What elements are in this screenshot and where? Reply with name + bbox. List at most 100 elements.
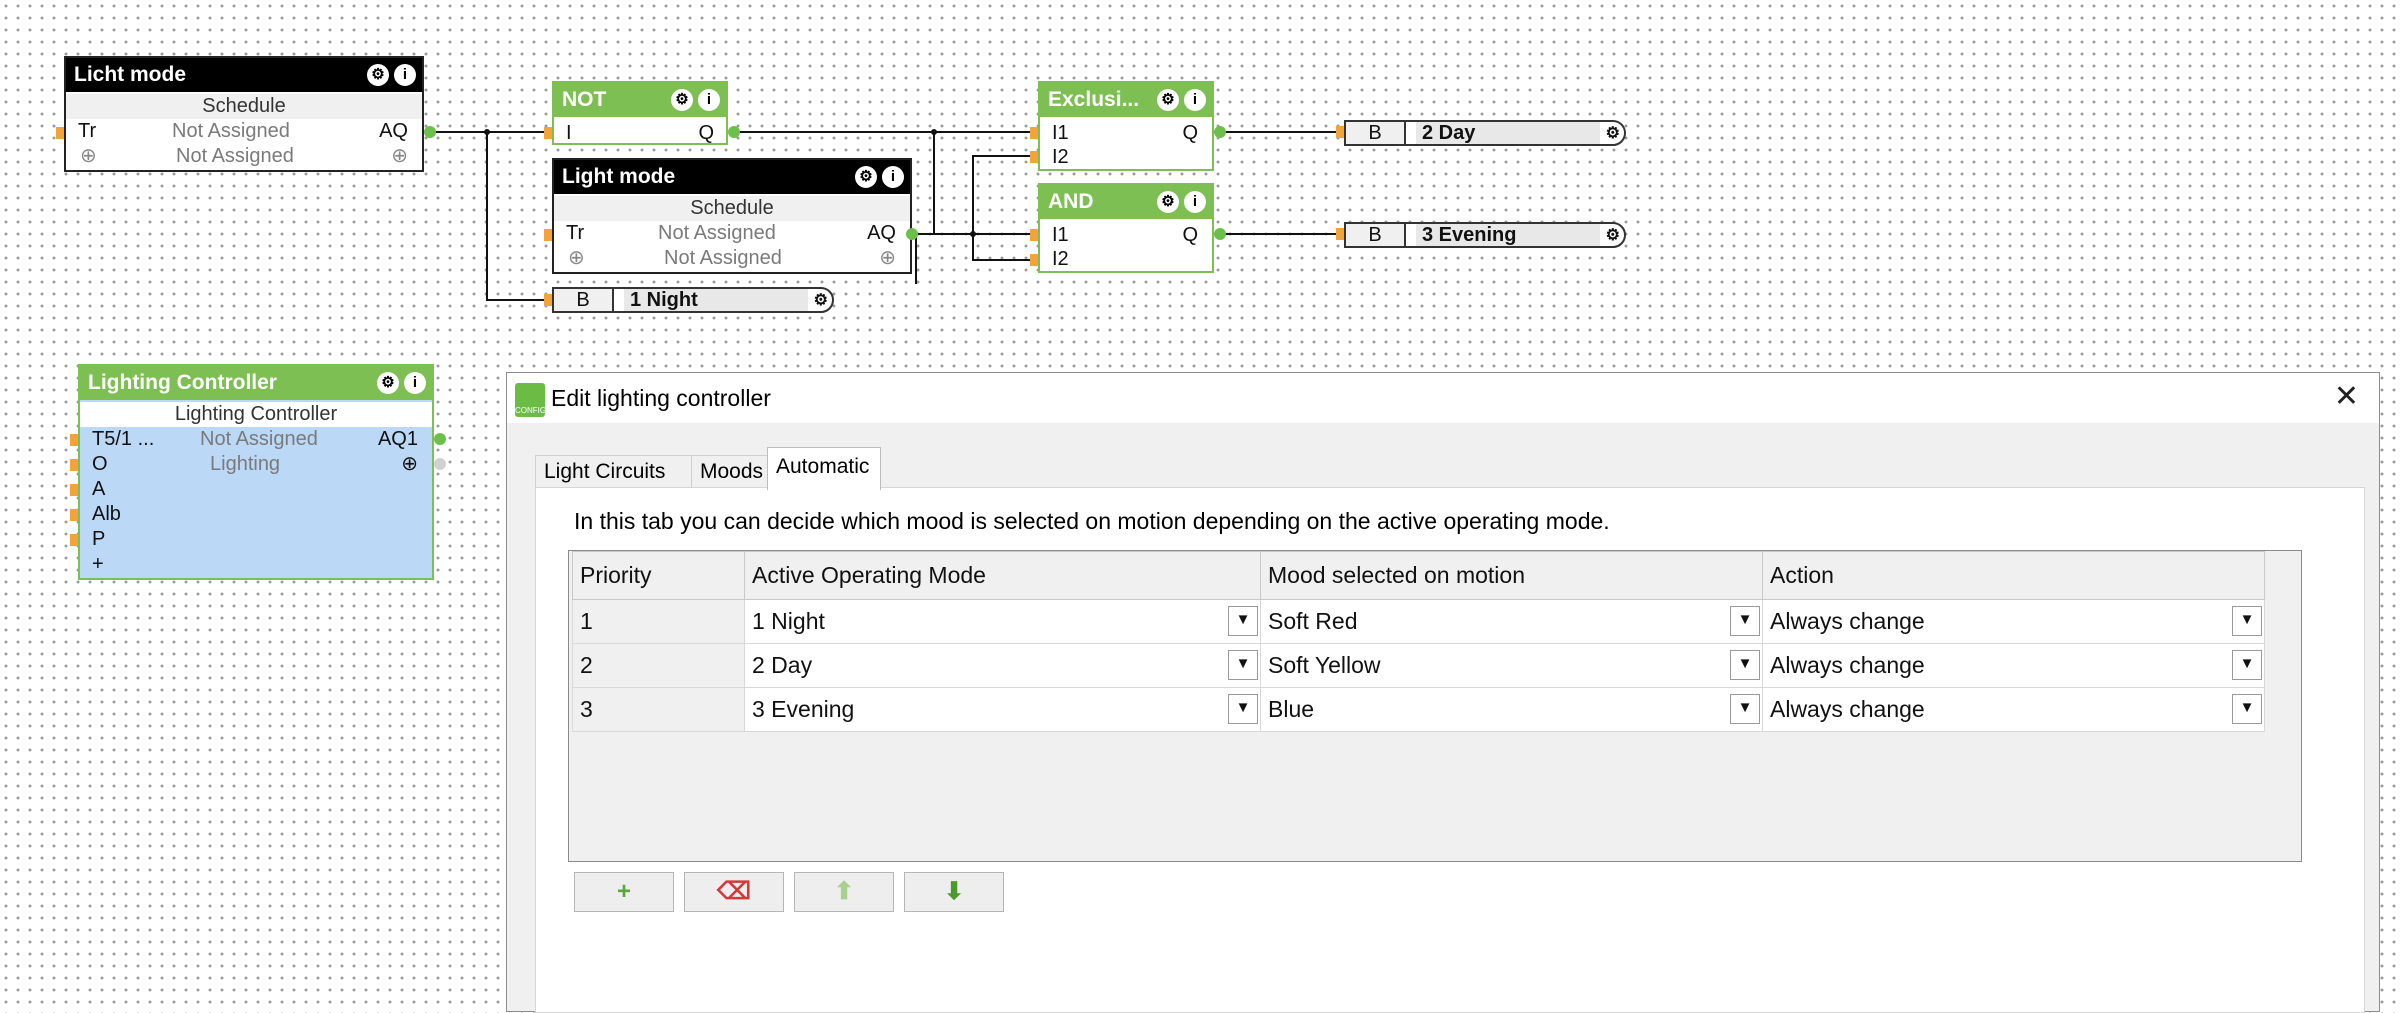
input-port[interactable] [1030, 254, 1038, 266]
gear-icon[interactable]: ⚙ [1606, 225, 1620, 247]
add-output-icon[interactable]: ⊕ [391, 144, 408, 169]
gear-icon[interactable]: ⚙ [1157, 89, 1179, 111]
input-label: Tr [566, 222, 585, 244]
input-port[interactable] [544, 229, 552, 241]
input-port[interactable] [1030, 229, 1038, 241]
input-port[interactable] [1336, 126, 1344, 138]
move-down-button[interactable]: ⬇ [904, 872, 1004, 912]
memory-flag-1-night[interactable]: B 1 Night ⚙ [552, 287, 834, 313]
input-port[interactable] [70, 434, 78, 446]
select-value: Soft Yellow [1268, 652, 1381, 678]
tab-automatic[interactable]: Automatic [767, 447, 881, 490]
parameter-value: Not Assigned [658, 222, 776, 244]
dialog-titlebar[interactable]: CONFIG Edit lighting controller ✕ [507, 373, 2379, 423]
block-subtitle: Schedule [66, 94, 422, 119]
output-port[interactable] [434, 458, 446, 470]
block-header: NOT ⚙ i [554, 83, 726, 117]
chevron-down-icon[interactable]: ▼ [1730, 694, 1760, 724]
output-port[interactable] [728, 126, 740, 138]
flag-label: 2 Day [1416, 122, 1600, 144]
chevron-down-icon[interactable]: ▼ [2232, 694, 2262, 724]
info-icon[interactable]: i [882, 166, 904, 188]
add-input-icon[interactable]: ⊕ [80, 144, 97, 169]
chevron-down-icon[interactable]: ▼ [2232, 606, 2262, 636]
gear-icon[interactable]: ⚙ [367, 64, 389, 86]
operating-mode-select[interactable]: 2 Day ▼ [745, 644, 1260, 687]
tab-light-circuits[interactable]: Light Circuits [535, 455, 709, 488]
input-port[interactable] [70, 534, 78, 546]
chevron-down-icon[interactable]: ▼ [2232, 650, 2262, 680]
action-select[interactable]: Always change ▼ [1763, 644, 2264, 687]
chevron-down-icon[interactable]: ▼ [1730, 650, 1760, 680]
select-value: Always change [1770, 652, 1925, 678]
operating-mode-select[interactable]: 3 Evening ▼ [745, 688, 1260, 731]
info-icon[interactable]: i [404, 372, 426, 394]
operating-mode-select[interactable]: 1 Night ▼ [745, 600, 1260, 643]
licht-mode-block[interactable]: Licht mode ⚙ i Schedule Tr Not Assigned A… [64, 56, 424, 172]
light-mode-block[interactable]: Light mode ⚙ i Schedule Tr Not Assigned A… [552, 158, 912, 274]
exclusive-or-block[interactable]: Exclusi... ⚙ i I1 Q I2 [1038, 81, 1214, 171]
block-title: NOT [562, 88, 607, 111]
input-port[interactable] [1030, 127, 1038, 139]
chevron-down-icon[interactable]: ▼ [1228, 650, 1258, 680]
input-port[interactable] [1336, 228, 1344, 240]
table-row[interactable]: 1 1 Night ▼ Soft Red ▼ Always change ▼ [572, 599, 2265, 644]
add-row-button[interactable]: + [574, 872, 674, 912]
output-port[interactable] [1214, 126, 1226, 138]
memory-flag-3-evening[interactable]: B 3 Evening ⚙ [1344, 222, 1626, 248]
gear-icon[interactable]: ⚙ [1606, 123, 1620, 145]
block-header: Light mode ⚙ i [554, 160, 910, 194]
output-port[interactable] [434, 433, 446, 445]
not-block[interactable]: NOT ⚙ i I Q [552, 81, 728, 145]
gear-icon[interactable]: ⚙ [1157, 191, 1179, 213]
gear-icon[interactable]: ⚙ [814, 290, 828, 312]
input-port[interactable] [70, 459, 78, 471]
info-icon[interactable]: i [698, 89, 720, 111]
column-header-mood[interactable]: Mood selected on motion [1260, 551, 1763, 600]
gear-icon[interactable]: ⚙ [671, 89, 693, 111]
input-port[interactable] [544, 294, 552, 306]
gear-icon[interactable]: ⚙ [377, 372, 399, 394]
table-row[interactable]: 3 3 Evening ▼ Blue ▼ Always change ▼ [572, 687, 2265, 732]
mood-select[interactable]: Soft Red ▼ [1261, 600, 1762, 643]
column-header-action[interactable]: Action [1762, 551, 2265, 600]
input-port[interactable] [544, 127, 552, 139]
priority-cell[interactable]: 1 [573, 600, 744, 643]
mood-select[interactable]: Soft Yellow ▼ [1261, 644, 1762, 687]
chevron-down-icon[interactable]: ▼ [1730, 606, 1760, 636]
add-output-icon[interactable]: ⊕ [401, 452, 418, 477]
input-port[interactable] [56, 127, 64, 139]
output-port[interactable] [906, 228, 918, 240]
table-row[interactable]: 2 2 Day ▼ Soft Yellow ▼ Always change ▼ [572, 643, 2265, 688]
action-select[interactable]: Always change ▼ [1763, 688, 2264, 731]
info-icon[interactable]: i [1184, 191, 1206, 213]
close-icon[interactable]: ✕ [2334, 379, 2359, 414]
info-icon[interactable]: i [1184, 89, 1206, 111]
output-port[interactable] [1214, 228, 1226, 240]
memory-flag-2-day[interactable]: B 2 Day ⚙ [1344, 120, 1626, 146]
priority-cell[interactable]: 3 [573, 688, 744, 731]
lighting-controller-block[interactable]: Lighting Controller ⚙ i Lighting Controll… [78, 364, 434, 580]
add-input-icon[interactable]: ⊕ [568, 246, 585, 271]
chevron-down-icon[interactable]: ▼ [1228, 694, 1258, 724]
input-port[interactable] [70, 484, 78, 496]
block-title: Exclusi... [1048, 88, 1140, 111]
output-port[interactable] [424, 126, 436, 138]
delete-row-button[interactable]: ⌫ [684, 872, 784, 912]
block-subtitle: Lighting Controller [80, 402, 432, 427]
move-up-button[interactable]: ⬆ [794, 872, 894, 912]
add-input-icon[interactable]: + [92, 552, 104, 577]
chevron-down-icon[interactable]: ▼ [1228, 606, 1258, 636]
column-header-priority[interactable]: Priority [572, 551, 745, 600]
mood-select[interactable]: Blue ▼ [1261, 688, 1762, 731]
info-icon[interactable]: i [394, 64, 416, 86]
input-port[interactable] [70, 509, 78, 521]
input-port[interactable] [1030, 151, 1038, 163]
flag-type: B [1346, 122, 1406, 144]
and-block[interactable]: AND ⚙ i I1 Q I2 [1038, 183, 1214, 273]
add-output-icon[interactable]: ⊕ [879, 246, 896, 271]
priority-cell[interactable]: 2 [573, 644, 744, 687]
column-header-operating-mode[interactable]: Active Operating Mode [744, 551, 1261, 600]
gear-icon[interactable]: ⚙ [855, 166, 877, 188]
action-select[interactable]: Always change ▼ [1763, 600, 2264, 643]
